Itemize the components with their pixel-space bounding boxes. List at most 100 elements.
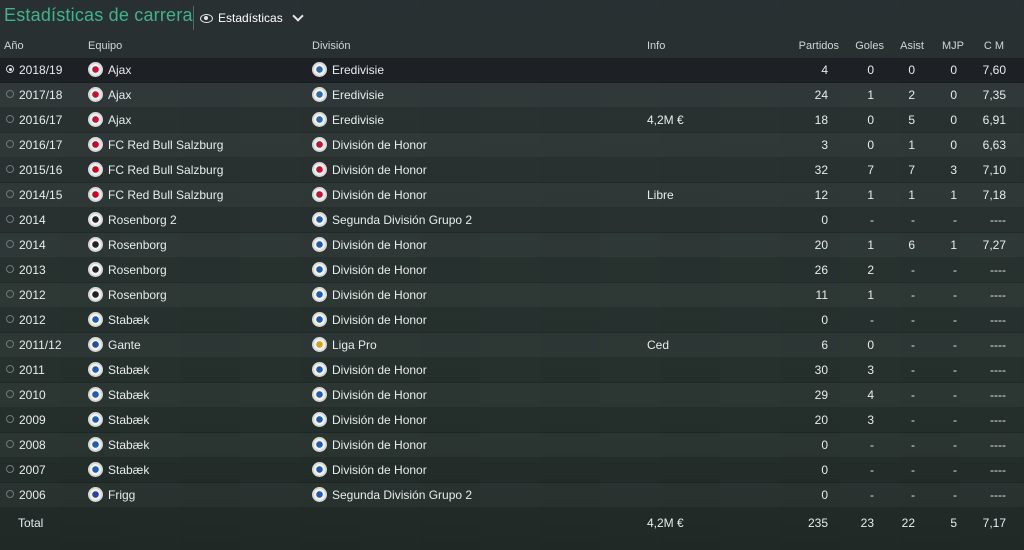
row-radio[interactable]	[6, 365, 14, 373]
table-row[interactable]: 2007 Stabæk División de Honor 0- - - ----	[0, 458, 1024, 483]
row-division[interactable]: División de Honor	[332, 288, 427, 302]
row-division[interactable]: División de Honor	[332, 263, 427, 277]
row-division[interactable]: División de Honor	[332, 138, 427, 152]
row-team[interactable]: FC Red Bull Salzburg	[108, 163, 223, 177]
row-radio[interactable]	[6, 65, 14, 73]
table-row[interactable]: 2006 Frigg Segunda División Grupo 2 0- - - ---…	[0, 483, 1024, 508]
row-year: 2012	[19, 313, 46, 327]
row-team[interactable]: Ajax	[108, 63, 131, 77]
row-team[interactable]: FC Red Bull Salzburg	[108, 188, 223, 202]
row-division[interactable]: Segunda División Grupo 2	[332, 488, 472, 502]
row-team[interactable]: Gante	[108, 338, 141, 352]
header-division[interactable]: División	[312, 40, 351, 52]
row-team[interactable]: Ajax	[108, 113, 131, 127]
row-goals: -	[870, 438, 874, 452]
row-division[interactable]: Liga Pro	[332, 338, 377, 352]
header-info[interactable]: Info	[647, 40, 665, 52]
row-avg: ----	[990, 313, 1006, 327]
row-apps: 30	[814, 363, 828, 377]
row-team[interactable]: Stabæk	[108, 463, 149, 477]
row-radio[interactable]	[6, 465, 14, 473]
row-division[interactable]: División de Honor	[332, 413, 427, 427]
table-row[interactable]: 2011/12 Gante Liga Pro Ced 6 0- - ----	[0, 333, 1024, 358]
table-row[interactable]: 2016/17 FC Red Bull Salzburg División de H…	[0, 133, 1024, 158]
row-team[interactable]: Stabæk	[108, 388, 149, 402]
row-division[interactable]: División de Honor	[332, 463, 427, 477]
header-apps[interactable]: Partidos	[799, 40, 839, 52]
row-pom: -	[953, 388, 957, 402]
row-division[interactable]: División de Honor	[332, 238, 427, 252]
row-team[interactable]: Rosenborg	[108, 288, 167, 302]
row-team[interactable]: Rosenborg	[108, 263, 167, 277]
row-radio[interactable]	[6, 190, 14, 198]
table-header: Año Equipo División Info Partidos Goles …	[0, 36, 1024, 56]
row-division[interactable]: División de Honor	[332, 163, 427, 177]
header-assists[interactable]: Asist	[900, 40, 924, 52]
table-row[interactable]: 2012 Stabæk División de Honor 0- - - ----	[0, 308, 1024, 333]
row-radio[interactable]	[6, 165, 14, 173]
header-year[interactable]: Año	[4, 40, 24, 52]
row-radio[interactable]	[6, 140, 14, 148]
row-division[interactable]: División de Honor	[332, 313, 427, 327]
total-avg: 7,17	[982, 516, 1006, 530]
row-radio[interactable]	[6, 290, 14, 298]
row-radio[interactable]	[6, 315, 14, 323]
row-team[interactable]: Stabæk	[108, 363, 149, 377]
header-team[interactable]: Equipo	[88, 40, 122, 52]
row-division[interactable]: División de Honor	[332, 388, 427, 402]
row-radio[interactable]	[6, 415, 14, 423]
row-division[interactable]: Segunda División Grupo 2	[332, 213, 472, 227]
table-row[interactable]: 2010 Stabæk División de Honor 29 4- - ----	[0, 383, 1024, 408]
table-row[interactable]: 2009 Stabæk División de Honor 20 3- - ----	[0, 408, 1024, 433]
row-radio[interactable]	[6, 440, 14, 448]
row-division[interactable]: Eredivisie	[332, 63, 384, 77]
row-pom: 1	[950, 238, 957, 252]
row-avg: ----	[990, 263, 1006, 277]
row-radio[interactable]	[6, 90, 14, 98]
row-division[interactable]: División de Honor	[332, 438, 427, 452]
row-team[interactable]: Ajax	[108, 88, 131, 102]
table-row[interactable]: 2014/15 FC Red Bull Salzburg División de H…	[0, 183, 1024, 208]
row-division[interactable]: División de Honor	[332, 363, 427, 377]
row-team[interactable]: FC Red Bull Salzburg	[108, 138, 223, 152]
header-pom[interactable]: MJP	[942, 40, 964, 52]
row-team[interactable]: Stabæk	[108, 313, 149, 327]
table-row[interactable]: 2014 Rosenborg División de Honor 20 1 6 1 7,27	[0, 233, 1024, 258]
table-row[interactable]: 2013 Rosenborg División de Honor 26 2- - ----	[0, 258, 1024, 283]
frigg-crest-icon	[88, 487, 103, 502]
table-row[interactable]: 2012 Rosenborg División de Honor 11 1- - ----	[0, 283, 1024, 308]
table-row[interactable]: 2014 Rosenborg 2 Segunda División Grupo 2 0…	[0, 208, 1024, 233]
row-team[interactable]: Stabæk	[108, 413, 149, 427]
table-row[interactable]: 2011 Stabæk División de Honor 30 3- - ----	[0, 358, 1024, 383]
stabaek-crest-icon	[88, 312, 103, 327]
row-division[interactable]: Eredivisie	[332, 88, 384, 102]
row-division[interactable]: División de Honor	[332, 188, 427, 202]
row-info: 4,2M €	[647, 113, 684, 127]
header-goals[interactable]: Goles	[855, 40, 884, 52]
row-apps: 11	[815, 288, 828, 302]
belgium-league-logo-icon	[312, 337, 327, 352]
table-row[interactable]: 2008 Stabæk División de Honor 0- - - ----	[0, 433, 1024, 458]
row-assists: -	[911, 413, 915, 427]
row-assists: 1	[908, 188, 915, 202]
row-team[interactable]: Stabæk	[108, 438, 149, 452]
row-division[interactable]: Eredivisie	[332, 113, 384, 127]
row-radio[interactable]	[6, 390, 14, 398]
row-radio[interactable]	[6, 115, 14, 123]
row-radio[interactable]	[6, 215, 14, 223]
row-radio[interactable]	[6, 340, 14, 348]
table-row[interactable]: 2015/16 FC Red Bull Salzburg División de H…	[0, 158, 1024, 183]
table-row[interactable]: 2016/17 Ajax Eredivisie 4,2M € 18 0 5 0 6,91	[0, 108, 1024, 133]
row-radio[interactable]	[6, 265, 14, 273]
row-team[interactable]: Rosenborg 2	[108, 213, 177, 227]
header-avg[interactable]: C M	[984, 40, 1004, 52]
row-pom: 0	[950, 88, 957, 102]
row-team[interactable]: Rosenborg	[108, 238, 167, 252]
row-radio[interactable]	[6, 240, 14, 248]
rosenborg-crest-icon	[88, 287, 103, 302]
table-row[interactable]: 2017/18 Ajax Eredivisie 24 1 2 0 7,35	[0, 83, 1024, 108]
view-dropdown[interactable]: Estadísticas	[200, 8, 304, 28]
row-team[interactable]: Frigg	[108, 488, 135, 502]
row-radio[interactable]	[6, 490, 14, 498]
table-row[interactable]: 2018/19 Ajax Eredivisie 4 0 0 0 7,60	[0, 58, 1024, 83]
